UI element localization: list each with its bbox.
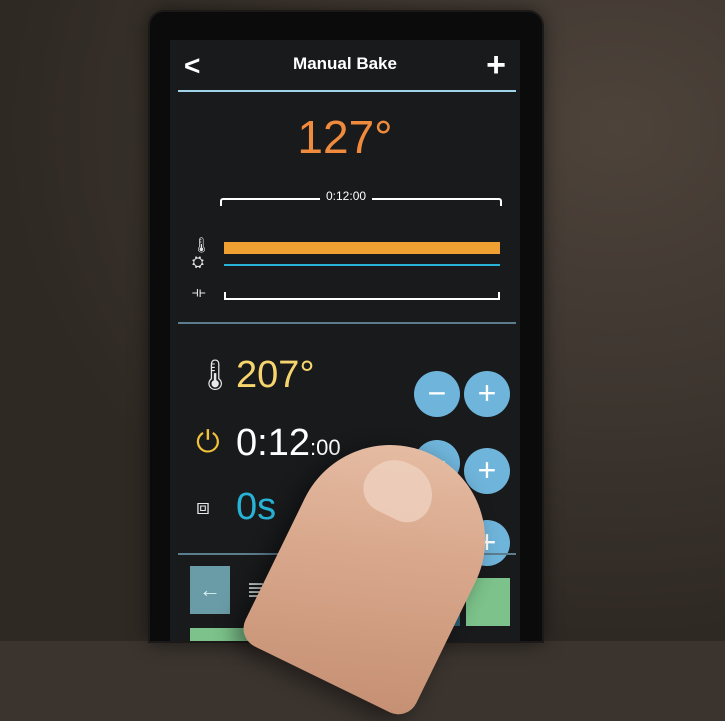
timer-setpoint[interactable]: 0:12:00 [236,422,341,465]
section-divider [178,322,516,324]
back-arrow-button[interactable]: ← [190,566,230,614]
timer-seconds: :00 [309,435,341,460]
temperature-setpoint[interactable]: 207° [236,354,315,397]
header-bar: < Manual Bake + [170,40,520,90]
span-icon: ⟛ [192,284,206,301]
thermometer-icon: 🌡 [196,359,235,392]
temperature-bar [224,242,500,254]
program-timeline: 0:12:00 [220,189,502,208]
temperature-plus-button[interactable]: + [464,371,510,417]
fan-bar [224,264,500,266]
page-title: Manual Bake [293,54,397,73]
clock-icon: ⏻ [196,426,220,459]
timer-plus-button[interactable]: + [464,448,510,494]
header-divider [178,90,516,92]
fan-icon: ⛭ [192,254,205,271]
temperature-minus-button[interactable]: − [414,371,460,417]
fingernail [355,449,443,531]
current-temperature: 127° [297,111,393,163]
add-plus-icon[interactable]: + [486,46,506,85]
span-bar [224,292,500,300]
thermometer-icon: 🌡 [192,237,212,254]
timeline-duration-label: 0:12:00 [320,189,373,203]
steam-icon: ⧈ [196,494,210,519]
timer-value: 0:12 [236,422,310,464]
steam-setpoint[interactable]: 0s [236,486,276,529]
